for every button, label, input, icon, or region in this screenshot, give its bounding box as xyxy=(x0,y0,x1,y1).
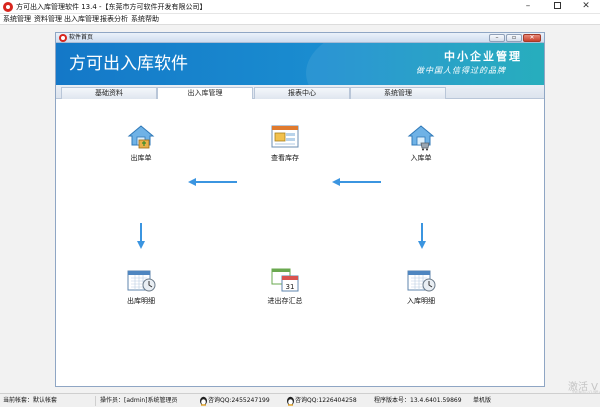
arrow-view-stock-to-stock-out xyxy=(188,178,237,186)
view-stock-node[interactable]: 查看库存 xyxy=(250,123,320,163)
home-window-minimize-button[interactable]: – xyxy=(489,34,505,42)
arrow-stock-in-to-view-stock xyxy=(332,178,381,186)
workflow-panel: 出库单 查看库存 入库单 出库明细 31 进出存汇总 入库明细 xyxy=(56,99,544,386)
home-window-maximize-button[interactable]: ▫ xyxy=(506,34,522,42)
arrow-stock-out-to-detail xyxy=(137,223,145,249)
stock-out-node[interactable]: 出库单 xyxy=(106,123,176,163)
window-minimize-button[interactable]: – xyxy=(514,0,542,14)
menu-reports[interactable]: 报表分析 xyxy=(100,15,128,24)
summary-label: 进出存汇总 xyxy=(267,297,303,305)
stock-in-detail-node[interactable]: 入库明细 xyxy=(386,266,456,306)
app-logo-icon xyxy=(3,2,13,12)
menu-system[interactable]: 系统管理 xyxy=(3,15,31,24)
banner-subtitle: 中小企业管理 xyxy=(444,50,522,63)
stock-out-house-icon xyxy=(127,125,155,149)
status-edition: 单机版 xyxy=(473,397,492,404)
status-operator: 操作员：[admin]系统管理员 xyxy=(100,397,178,404)
status-bar: 当前帐套：默认帐套 操作员：[admin]系统管理员 咨询QQ:24552471… xyxy=(0,393,600,407)
home-window: 软件首页 – ▫ ✕ 方可出入库软件 中小企业管理 做中国人信得过的品牌 基础资… xyxy=(55,32,545,387)
home-window-close-button[interactable]: ✕ xyxy=(523,34,541,42)
stock-out-detail-node[interactable]: 出库明细 xyxy=(106,266,176,306)
stock-out-detail-label: 出库明细 xyxy=(127,297,155,305)
calendar-clock-icon xyxy=(127,270,156,292)
menu-help[interactable]: 系统帮助 xyxy=(131,15,159,24)
window-maximize-button[interactable] xyxy=(543,0,571,14)
stock-in-detail-label: 入库明细 xyxy=(407,297,435,305)
summary-node[interactable]: 31 进出存汇总 xyxy=(250,266,320,306)
qq-penguin-icon[interactable] xyxy=(199,396,208,406)
app-title: 方可出入库管理软件 13.4 -【东莞市方可软件开发有限公司】 xyxy=(16,3,207,11)
calendar-clock-icon xyxy=(407,270,436,292)
home-window-titlebar: 软件首页 – ▫ ✕ xyxy=(56,33,544,43)
calendar-day-text: 31 xyxy=(286,283,295,291)
qq-penguin-icon[interactable] xyxy=(286,396,295,406)
tab-report-center[interactable]: 报表中心 xyxy=(254,87,350,99)
home-window-logo-icon xyxy=(59,34,67,42)
status-divider xyxy=(95,396,96,406)
banner-title: 方可出入库软件 xyxy=(69,54,188,74)
tab-basic-data[interactable]: 基础资料 xyxy=(61,87,157,99)
view-stock-label: 查看库存 xyxy=(271,154,299,162)
window-close-button[interactable]: ✕ xyxy=(572,0,600,14)
menu-data[interactable]: 资料管理 xyxy=(34,15,62,24)
calendar-31-icon: 31 xyxy=(271,268,299,292)
status-account: 当前帐套：默认帐套 xyxy=(3,397,58,404)
main-menubar: 系统管理 资料管理 出入库管理 报表分析 系统帮助 xyxy=(0,14,600,25)
tab-system-management[interactable]: 系统管理 xyxy=(350,87,446,99)
app-titlebar: 方可出入库管理软件 13.4 -【东莞市方可软件开发有限公司】 – ✕ xyxy=(0,0,600,14)
home-window-title: 软件首页 xyxy=(69,34,94,41)
status-qq2[interactable]: 咨询QQ:1226404258 xyxy=(295,396,357,406)
stock-in-label: 入库单 xyxy=(410,154,432,162)
banner-slogan: 做中国人信得过的品牌 xyxy=(416,66,506,75)
arrow-stock-in-to-detail xyxy=(418,223,426,249)
menu-stock[interactable]: 出入库管理 xyxy=(64,15,99,24)
inventory-window-icon xyxy=(271,125,299,148)
module-tabs: 基础资料 出入库管理 报表中心 系统管理 xyxy=(56,85,544,100)
stock-out-label: 出库单 xyxy=(130,154,152,162)
stock-in-house-icon xyxy=(407,125,435,151)
status-qq1[interactable]: 咨询QQ:2455247199 xyxy=(208,396,270,406)
stock-in-node[interactable]: 入库单 xyxy=(386,123,456,163)
maximize-icon xyxy=(553,2,561,9)
status-version: 程序版本号：13.4.6401.59869 xyxy=(374,397,462,404)
banner: 方可出入库软件 中小企业管理 做中国人信得过的品牌 xyxy=(56,43,544,85)
